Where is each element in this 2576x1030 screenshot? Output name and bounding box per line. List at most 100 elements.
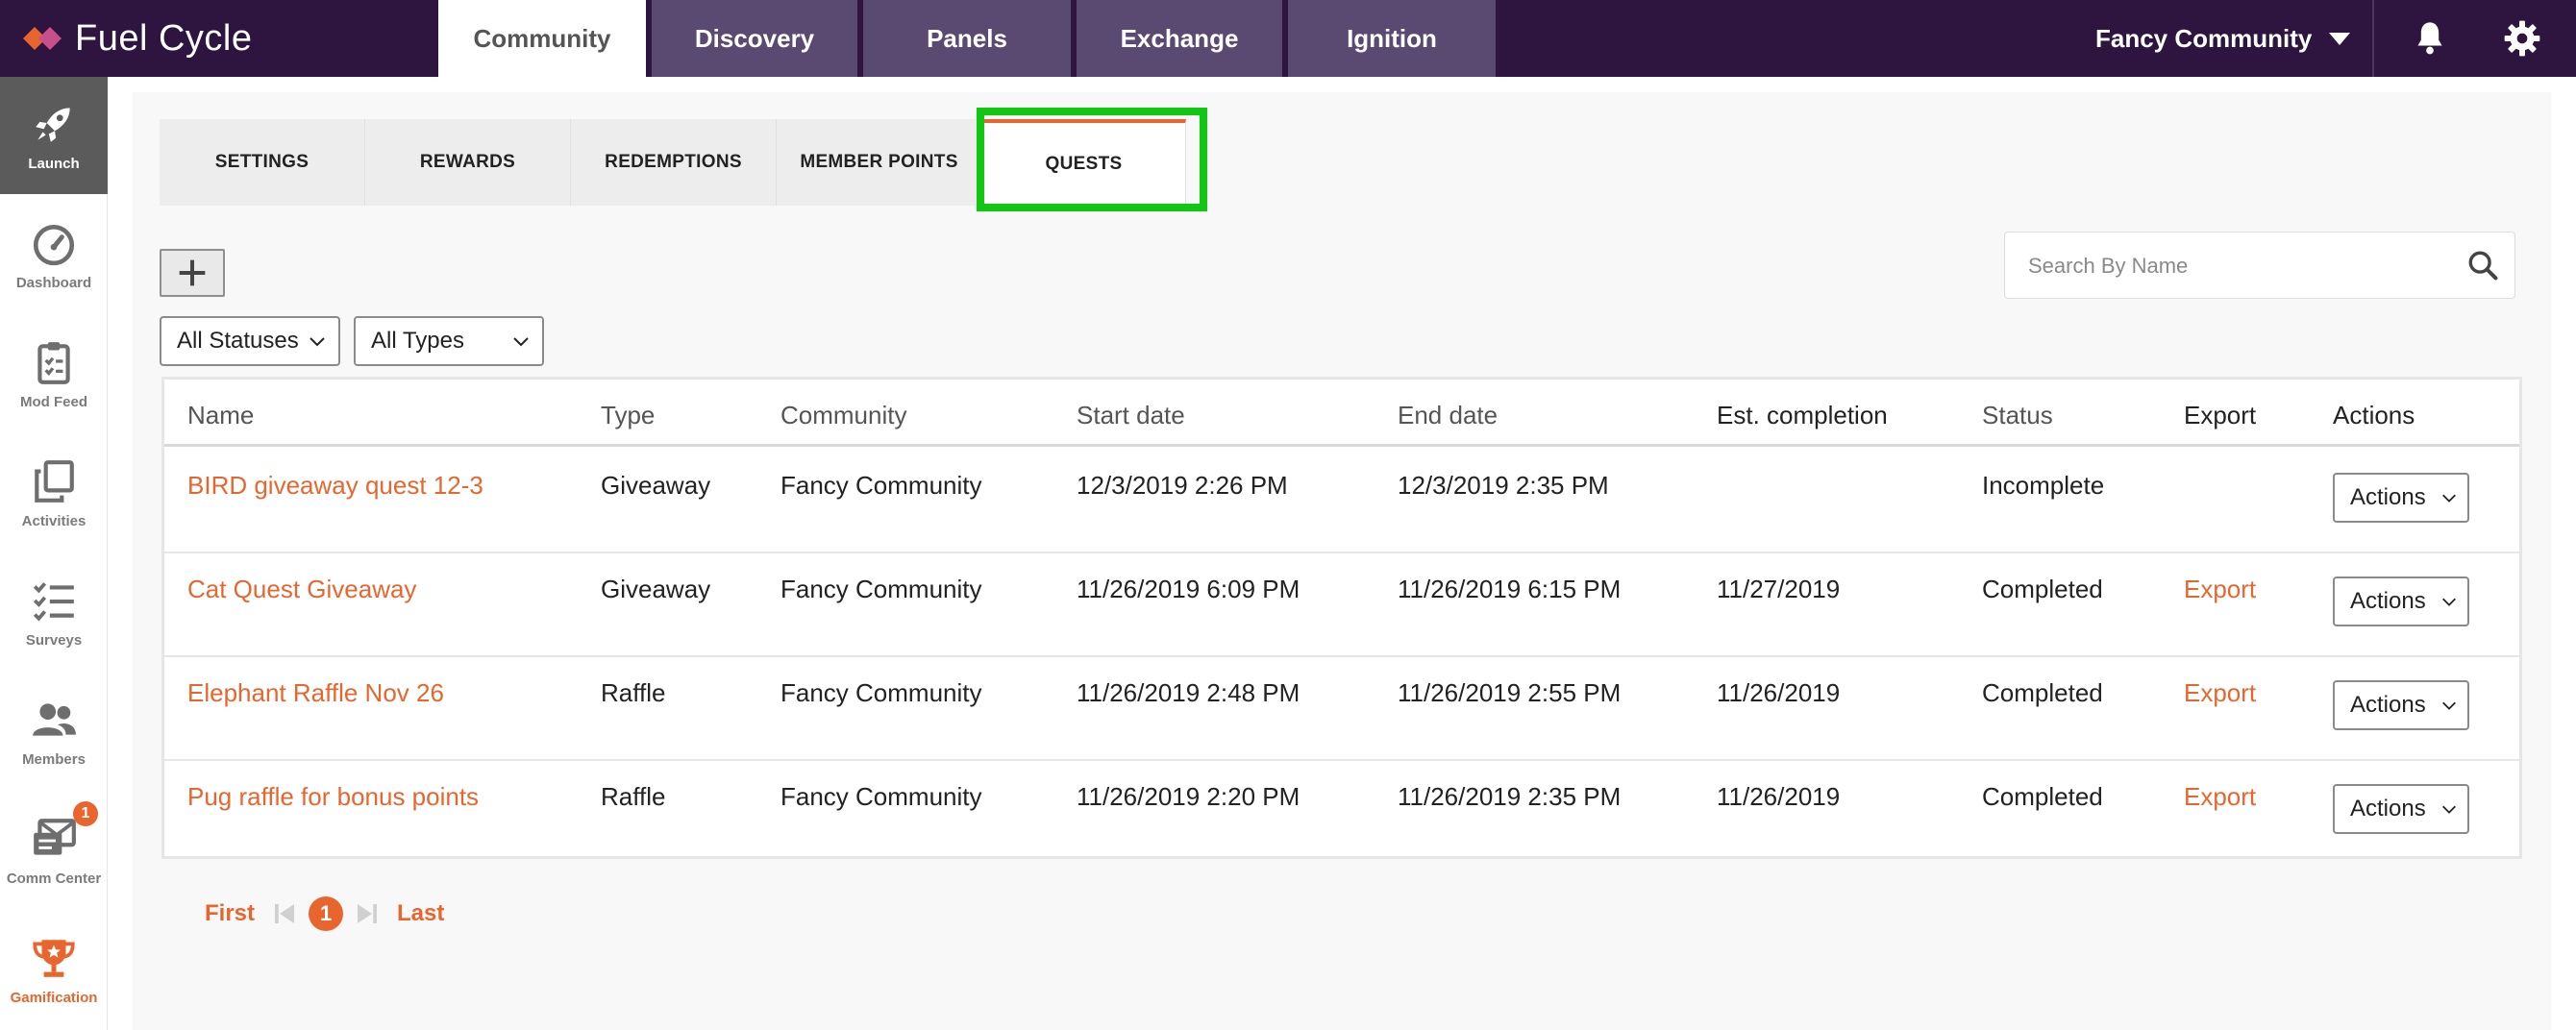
quest-end-date: 11/26/2019 2:55 PM	[1398, 678, 1622, 707]
quest-type: Raffle	[601, 678, 666, 707]
envelope-icon	[34, 818, 76, 855]
gauge-icon	[33, 224, 75, 265]
trophy-icon	[33, 939, 75, 977]
column-header-est-completion[interactable]: Est. completion	[1717, 401, 1888, 430]
column-header-type[interactable]: Type	[601, 401, 655, 430]
sidebar-item-mod-feed[interactable]: Mod Feed	[0, 315, 108, 432]
actions-dropdown[interactable]: Actions	[2333, 680, 2469, 730]
sidebar-item-label: Members	[22, 750, 86, 768]
quest-name-link[interactable]: Cat Quest Giveaway	[187, 575, 416, 604]
nav-tab-community[interactable]: Community	[438, 0, 646, 77]
type-filter-select[interactable]: All Types	[354, 316, 544, 366]
search-icon[interactable]	[2466, 249, 2499, 282]
gear-icon	[2504, 20, 2540, 57]
top-navigation-bar: Fuel Cycle Community Discovery Panels Ex…	[0, 0, 2576, 77]
column-header-community[interactable]: Community	[780, 401, 906, 430]
quest-name-link[interactable]: Pug raffle for bonus points	[187, 782, 479, 812]
quests-table: Name Type Community Start date End date …	[161, 377, 2522, 859]
actions-dropdown-label: Actions	[2350, 588, 2426, 614]
export-link[interactable]: Export	[2184, 678, 2256, 708]
first-page-link[interactable]: First	[205, 900, 255, 927]
gamification-subtabs: SETTINGS REWARDS REDEMPTIONS MEMBER POIN…	[160, 119, 1186, 206]
sidebar-item-label: Comm Center	[6, 870, 102, 887]
sidebar-item-label: Launch	[28, 155, 80, 172]
quest-type: Giveaway	[601, 575, 711, 603]
table-row: Cat Quest Giveaway Giveaway Fancy Commun…	[164, 553, 2519, 657]
status-filter-select[interactable]: All Statuses	[160, 316, 340, 366]
column-header-name[interactable]: Name	[187, 401, 254, 430]
chevron-down-icon	[2442, 598, 2456, 606]
quest-est-completion: 11/26/2019	[1717, 678, 1841, 707]
nav-tab-ignition[interactable]: Ignition	[1288, 0, 1496, 77]
current-page-number[interactable]: 1	[309, 896, 344, 931]
sidebar-item-surveys[interactable]: Surveys	[0, 553, 108, 671]
quest-name-link[interactable]: BIRD giveaway quest 12-3	[187, 471, 483, 501]
sidebar-item-label: Gamification	[10, 989, 98, 1006]
column-header-start-date[interactable]: Start date	[1077, 401, 1185, 430]
pagination: First 1 Last	[205, 890, 444, 938]
quest-start-date: 12/3/2019 2:26 PM	[1077, 471, 1288, 500]
export-link[interactable]: Export	[2184, 575, 2256, 604]
quest-community: Fancy Community	[780, 678, 982, 707]
quest-start-date: 11/26/2019 6:09 PM	[1077, 575, 1300, 603]
rocket-icon	[36, 107, 70, 142]
column-header-end-date[interactable]: End date	[1398, 401, 1498, 430]
tab-redemptions[interactable]: REDEMPTIONS	[571, 119, 777, 206]
quest-type: Giveaway	[601, 471, 711, 500]
sidebar-item-comm-center[interactable]: 1 Comm Center	[0, 792, 108, 909]
notification-badge: 1	[73, 801, 98, 826]
brand-name: Fuel Cycle	[75, 17, 253, 59]
notifications-button[interactable]	[2391, 0, 2468, 77]
actions-dropdown-label: Actions	[2350, 796, 2426, 822]
quest-type: Raffle	[601, 782, 666, 811]
actions-dropdown[interactable]: Actions	[2333, 784, 2469, 834]
plus-icon	[179, 259, 206, 286]
sidebar-item-gamification[interactable]: Gamification	[0, 911, 108, 1028]
copy-icon	[35, 459, 74, 503]
status-filter-value: All Statuses	[177, 328, 299, 354]
settings-button[interactable]	[2484, 0, 2561, 77]
chevron-down-icon	[2442, 701, 2456, 710]
previous-page-icon[interactable]	[270, 899, 299, 928]
nav-tab-exchange[interactable]: Exchange	[1077, 0, 1282, 77]
clipboard-icon	[37, 341, 70, 384]
fuel-cycle-logo[interactable]: Fuel Cycle	[23, 17, 253, 60]
community-selector[interactable]: Fancy Community	[2095, 0, 2372, 77]
nav-tab-panels[interactable]: Panels	[863, 0, 1071, 77]
quest-start-date: 11/26/2019 2:20 PM	[1077, 782, 1300, 811]
last-page-link[interactable]: Last	[397, 900, 444, 927]
column-header-actions: Actions	[2333, 401, 2415, 429]
table-row: Pug raffle for bonus points Raffle Fancy…	[164, 761, 2519, 865]
quest-status: Completed	[1982, 678, 2103, 707]
next-page-icon[interactable]	[353, 899, 382, 928]
actions-dropdown[interactable]: Actions	[2333, 576, 2469, 626]
sidebar-item-dashboard[interactable]: Dashboard	[0, 196, 108, 313]
quest-status: Incomplete	[1982, 471, 2105, 500]
sidebar-item-label: Dashboard	[15, 274, 92, 291]
actions-dropdown[interactable]: Actions	[2333, 473, 2469, 523]
sidebar-item-label: Mod Feed	[20, 393, 87, 410]
column-header-status[interactable]: Status	[1982, 401, 2053, 430]
sidebar-item-members[interactable]: Members	[0, 673, 108, 790]
nav-tab-discovery[interactable]: Discovery	[652, 0, 857, 77]
type-filter-value: All Types	[371, 328, 464, 354]
tab-settings[interactable]: SETTINGS	[160, 119, 365, 206]
quest-name-link[interactable]: Elephant Raffle Nov 26	[187, 678, 444, 708]
export-link[interactable]: Export	[2184, 782, 2256, 812]
table-row: BIRD giveaway quest 12-3 Giveaway Fancy …	[164, 450, 2519, 553]
quest-start-date: 11/26/2019 2:48 PM	[1077, 678, 1300, 707]
tab-quests[interactable]: QUESTS	[982, 119, 1186, 206]
tab-rewards[interactable]: REWARDS	[365, 119, 571, 206]
users-icon	[33, 702, 76, 736]
tab-member-points[interactable]: MEMBER POINTS	[777, 119, 982, 206]
divider	[2372, 0, 2374, 77]
table-row: Elephant Raffle Nov 26 Raffle Fancy Comm…	[164, 657, 2519, 761]
search-box	[2004, 232, 2515, 299]
add-quest-button[interactable]	[160, 249, 225, 297]
quest-end-date: 12/3/2019 2:35 PM	[1398, 471, 1609, 500]
bell-icon	[2417, 22, 2442, 55]
sidebar-item-launch[interactable]: Launch	[0, 77, 108, 194]
sidebar-item-activities[interactable]: Activities	[0, 434, 108, 552]
actions-dropdown-label: Actions	[2350, 692, 2426, 718]
search-input[interactable]	[2028, 250, 2441, 282]
